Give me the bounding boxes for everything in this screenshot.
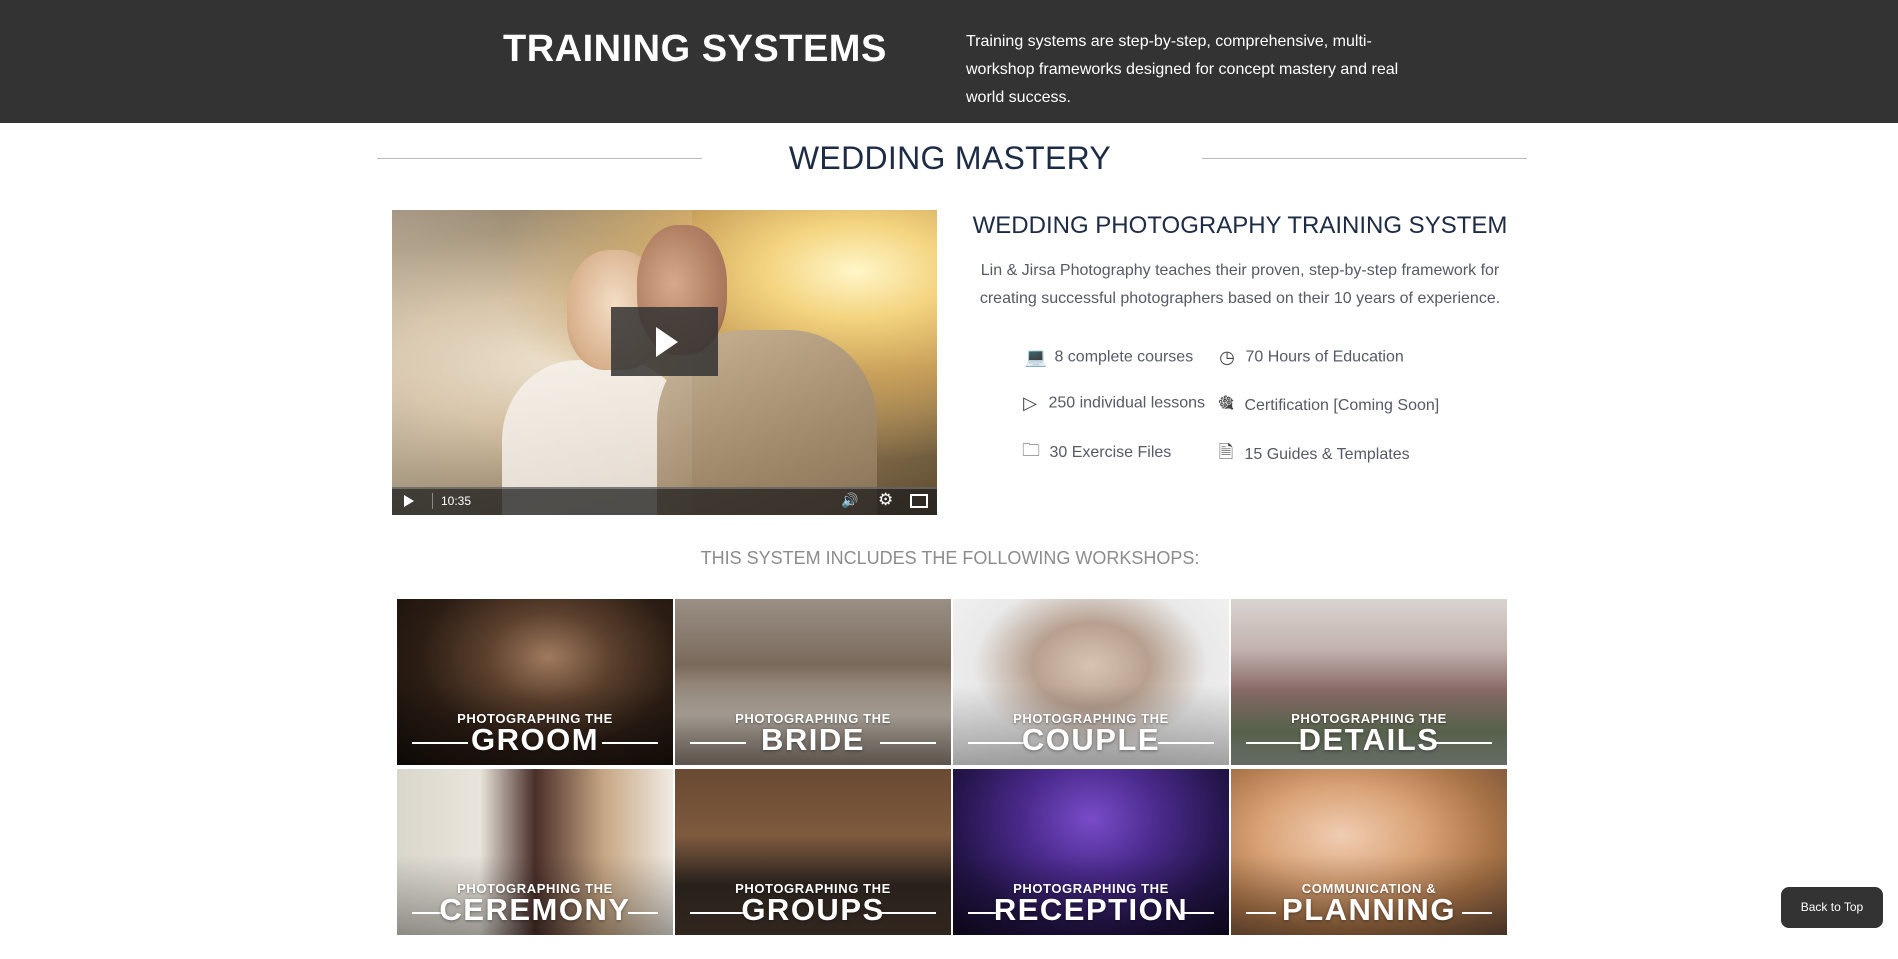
- workshop-name: CEREMONY: [439, 892, 631, 927]
- settings-gear-icon[interactable]: ⚙: [878, 490, 893, 510]
- play-icon[interactable]: [404, 495, 414, 507]
- workshop-tile-reception[interactable]: PHOTOGRAPHING THE RECEPTION: [953, 769, 1229, 935]
- system-title: WEDDING PHOTOGRAPHY TRAINING SYSTEM: [972, 212, 1508, 239]
- workshop-name: RECEPTION: [993, 892, 1189, 927]
- workshop-tile-details[interactable]: PHOTOGRAPHING THE DETAILS: [1231, 599, 1507, 765]
- feature-lessons: ▷ 250 individual lessons: [1016, 393, 1205, 414]
- workshop-name: GROUPS: [741, 892, 885, 927]
- tile-rule-right: [880, 912, 936, 914]
- header-title: TRAINING SYSTEMS: [503, 28, 887, 70]
- workshop-name: DETAILS: [1298, 722, 1440, 757]
- tile-rule-right: [602, 742, 658, 744]
- play-button[interactable]: [611, 307, 718, 376]
- feature-text: 70 Hours of Education: [1245, 348, 1404, 366]
- award-icon: 🎕: [1217, 393, 1235, 414]
- video-player[interactable]: 10:35 🔊 ⚙: [392, 210, 937, 515]
- feature-hours: ◷ 70 Hours of Education: [1213, 347, 1404, 368]
- workshop-tile-bride[interactable]: PHOTOGRAPHING THE BRIDE: [675, 599, 951, 765]
- tile-rule-right: [880, 742, 936, 744]
- section-title: WEDDING MASTERY: [788, 140, 1112, 176]
- volume-icon[interactable]: 🔊: [841, 492, 858, 509]
- folder-icon: 🗀: [1022, 440, 1040, 461]
- workshop-tile-ceremony[interactable]: PHOTOGRAPHING THE CEREMONY: [397, 769, 673, 935]
- back-to-top-button[interactable]: Back to Top: [1781, 887, 1883, 928]
- workshop-name: COUPLE: [1021, 722, 1161, 757]
- fullscreen-icon[interactable]: [910, 494, 928, 508]
- controls-divider: [432, 493, 433, 509]
- workshop-name: GROOM: [470, 722, 600, 757]
- document-icon: 🗎: [1218, 442, 1234, 463]
- workshop-tile-planning[interactable]: COMMUNICATION & PLANNING: [1231, 769, 1507, 935]
- feature-text: 15 Guides & Templates: [1244, 446, 1410, 463]
- tile-rule-right: [1462, 912, 1492, 914]
- play-circle-icon: ▷: [1023, 393, 1037, 414]
- video-progress-bar[interactable]: [392, 487, 937, 489]
- laptop-icon: 💻: [1024, 347, 1048, 368]
- page-header: TRAINING SYSTEMS Training systems are st…: [0, 0, 1898, 123]
- workshop-tile-groom[interactable]: PHOTOGRAPHING THE GROOM: [397, 599, 673, 765]
- system-description: Lin & Jirsa Photography teaches their pr…: [979, 262, 1501, 307]
- video-duration: 10:35: [441, 494, 472, 508]
- feature-text: Certification [Coming Soon]: [1244, 397, 1440, 414]
- tile-rule-right: [1184, 912, 1214, 914]
- workshop-tile-couple[interactable]: PHOTOGRAPHING THE COUPLE: [953, 599, 1229, 765]
- header-description: Training systems are step-by-step, compr…: [966, 33, 1399, 106]
- tile-rule-right: [628, 912, 658, 914]
- feature-text: 250 individual lessons: [1048, 394, 1205, 412]
- feature-exercise-files: 🗀 30 Exercise Files: [1017, 438, 1171, 468]
- feature-certification: 🎕 Certification [Coming Soon]: [1212, 391, 1439, 421]
- workshop-name: PLANNING: [1282, 892, 1456, 927]
- tile-rule-right: [1158, 742, 1214, 744]
- feature-text: 8 complete courses: [1054, 348, 1194, 366]
- section-divider-left: [377, 158, 702, 159]
- workshop-name: BRIDE: [761, 722, 865, 757]
- workshops-heading: THIS SYSTEM INCLUDES THE FOLLOWING WORKS…: [700, 548, 1200, 568]
- feature-guides: 🗎 15 Guides & Templates: [1212, 440, 1410, 470]
- section-divider-right: [1202, 158, 1527, 159]
- workshop-tile-groups[interactable]: PHOTOGRAPHING THE GROUPS: [675, 769, 951, 935]
- feature-courses: 💻 8 complete courses: [1022, 347, 1193, 368]
- video-controls: 10:35 🔊 ⚙: [392, 487, 937, 515]
- feature-text: 30 Exercise Files: [1049, 444, 1172, 461]
- tile-rule-right: [1436, 742, 1492, 744]
- clock-icon: ◷: [1219, 347, 1235, 368]
